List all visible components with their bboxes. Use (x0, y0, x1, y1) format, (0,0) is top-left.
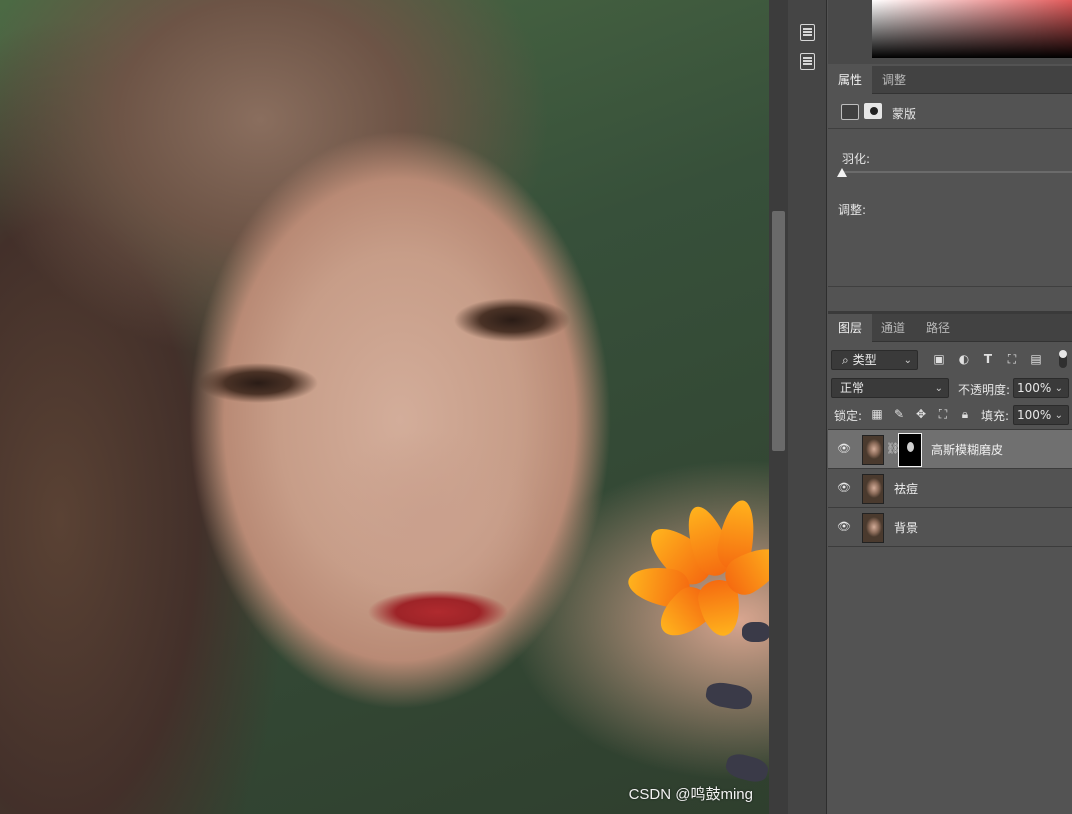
color-panel (828, 0, 1072, 64)
document-canvas[interactable]: CSDN @鸣鼓ming (0, 0, 769, 814)
lock-all-icon[interactable]: 🔒︎ (958, 407, 972, 421)
blend-mode-value: 正常 (840, 381, 865, 395)
fill-value: 100% (1017, 408, 1052, 422)
collapsed-panel-strip (788, 0, 827, 814)
eye-icon[interactable]: 👁︎ (837, 482, 851, 494)
watermark: CSDN @鸣鼓ming (628, 786, 753, 803)
filter-smart-icon[interactable]: ▤ (1029, 352, 1043, 366)
adjust-label: 调整: (838, 203, 867, 217)
tab-properties[interactable]: 属性 (828, 66, 873, 94)
opacity-value: 100% (1017, 381, 1052, 395)
lock-move-icon[interactable]: ✥ (914, 407, 928, 421)
chevron-down-icon[interactable]: ⌄ (1055, 407, 1063, 425)
mask-label: 蒙版 (892, 107, 917, 121)
divider (828, 286, 1072, 287)
layer-row[interactable]: 👁︎ 祛痘 (828, 469, 1072, 508)
lock-paint-icon[interactable]: ✎ (892, 407, 906, 421)
layer-thumbnail (862, 513, 884, 543)
filter-pixel-icon[interactable]: ▣ (932, 352, 946, 366)
chevron-down-icon[interactable]: ⌄ (1055, 380, 1063, 398)
history-panel-icon[interactable] (800, 24, 815, 41)
lock-label: 锁定: (834, 409, 863, 423)
tab-paths[interactable]: 路径 (916, 314, 960, 342)
layer-thumbnail (862, 474, 884, 504)
lock-transparent-icon[interactable]: ▦ (870, 407, 884, 421)
opacity-input[interactable]: 100% ⌄ (1013, 378, 1069, 398)
mask-thumbnail[interactable] (898, 433, 922, 467)
eye-icon[interactable]: 👁︎ (837, 521, 851, 533)
fingernail (704, 680, 754, 712)
tab-adjustments[interactable]: 调整 (872, 66, 916, 94)
feather-slider-knob[interactable] (837, 168, 847, 177)
filter-toggle[interactable] (1059, 350, 1067, 368)
feather-label: 羽化: (842, 152, 871, 166)
properties-tabbar: 属性 调整 (828, 66, 1072, 94)
filter-type-icon[interactable]: T (981, 352, 995, 366)
right-panel-dock: 属性 调整 蒙版 羽化: 调整: 图层 通道 路径 ⌕ 类型 ⌄ ▣ ◐ T ⛶… (828, 0, 1072, 814)
canvas-vertical-scrollbar[interactable] (769, 0, 788, 814)
notes-panel-icon[interactable] (800, 53, 815, 70)
fingernail (723, 750, 769, 786)
filter-shape-icon[interactable]: ⛶ (1005, 352, 1019, 366)
layer-name[interactable]: 祛痘 (894, 480, 918, 497)
color-field[interactable] (872, 0, 1072, 58)
divider (828, 128, 1072, 129)
blend-mode-select[interactable]: 正常 ⌄ (831, 378, 949, 398)
layers-tabbar: 图层 通道 路径 (828, 314, 1072, 342)
tab-layers[interactable]: 图层 (828, 314, 873, 342)
layer-name[interactable]: 高斯模糊磨皮 (931, 441, 1003, 458)
scrollbar-thumb[interactable] (772, 211, 785, 451)
pixel-mask-icon[interactable] (841, 104, 859, 120)
layer-name[interactable]: 背景 (894, 519, 918, 536)
eye-icon[interactable]: 👁︎ (837, 443, 851, 455)
layer-thumbnail (862, 435, 884, 465)
filter-kind-value: 类型 (852, 353, 877, 367)
layer-row[interactable]: 👁︎ 背景 (828, 508, 1072, 547)
search-icon: ⌕ (842, 353, 849, 367)
chevron-down-icon: ⌄ (934, 383, 943, 394)
mask-dot (870, 107, 878, 115)
tab-channels[interactable]: 通道 (871, 314, 915, 342)
fingernail (742, 622, 769, 642)
fill-label: 填充: (981, 409, 1010, 423)
layer-filter-select[interactable]: ⌕ 类型 ⌄ (831, 350, 918, 370)
feather-slider-track[interactable] (842, 171, 1072, 173)
filter-adjustment-icon[interactable]: ◐ (957, 352, 971, 366)
opacity-label: 不透明度: (958, 383, 1011, 397)
lock-artboard-icon[interactable]: ⛶ (936, 407, 950, 421)
filter-toggle-knob (1059, 350, 1067, 358)
vector-mask-icon[interactable] (864, 103, 882, 119)
layer-row[interactable]: 👁︎ ⛓︎ 高斯模糊磨皮 (828, 430, 1072, 469)
fill-input[interactable]: 100% ⌄ (1013, 405, 1069, 425)
chevron-down-icon: ⌄ (903, 355, 912, 366)
